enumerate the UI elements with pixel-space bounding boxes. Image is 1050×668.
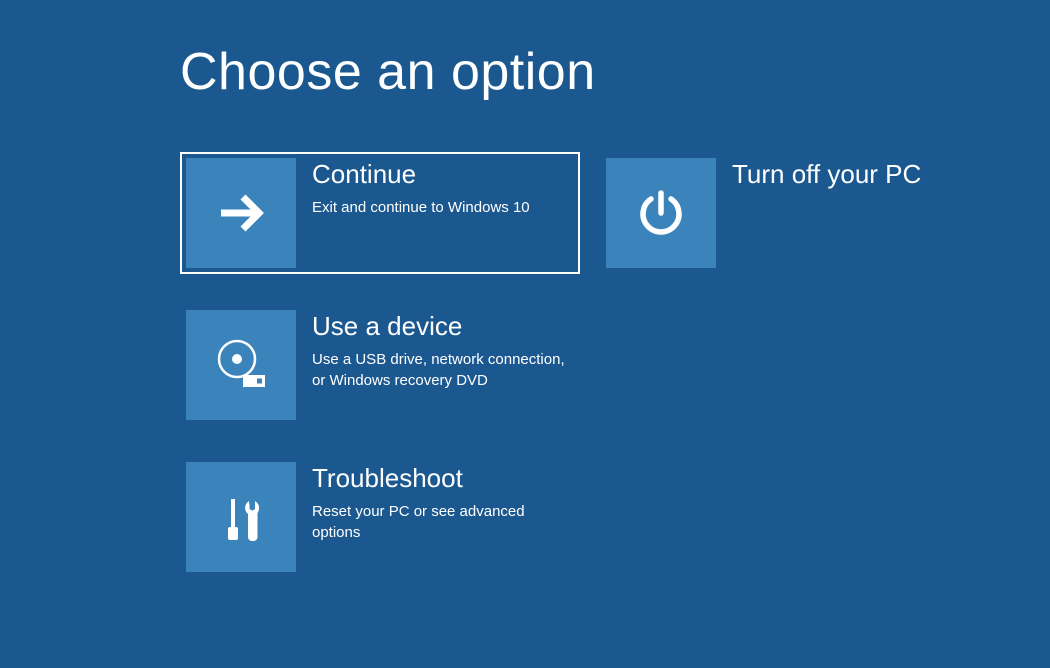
- options-screen: Choose an option Continue Exit and conti…: [0, 0, 1050, 578]
- turnoff-text: Turn off your PC: [716, 158, 921, 197]
- turnoff-title: Turn off your PC: [732, 160, 921, 189]
- troubleshoot-description: Reset your PC or see advanced options: [312, 501, 572, 543]
- usedevice-title: Use a device: [312, 312, 572, 341]
- continue-description: Exit and continue to Windows 10: [312, 197, 530, 218]
- troubleshoot-option[interactable]: Troubleshoot Reset your PC or see advanc…: [180, 456, 580, 578]
- continue-option[interactable]: Continue Exit and continue to Windows 10: [180, 152, 580, 274]
- troubleshoot-text: Troubleshoot Reset your PC or see advanc…: [296, 462, 572, 543]
- usedevice-description: Use a USB drive, network connection, or …: [312, 349, 572, 391]
- troubleshoot-title: Troubleshoot: [312, 464, 572, 493]
- usedevice-option[interactable]: Use a device Use a USB drive, network co…: [180, 304, 580, 426]
- turnoff-option[interactable]: Turn off your PC: [600, 152, 1000, 274]
- device-icon: [186, 310, 296, 420]
- options-grid: Continue Exit and continue to Windows 10…: [180, 152, 1050, 578]
- power-icon: [606, 158, 716, 268]
- arrow-right-icon: [186, 158, 296, 268]
- continue-title: Continue: [312, 160, 530, 189]
- tools-icon: [186, 462, 296, 572]
- continue-text: Continue Exit and continue to Windows 10: [296, 158, 530, 218]
- grid-spacer: [600, 304, 1020, 426]
- page-title: Choose an option: [180, 42, 1050, 102]
- usedevice-text: Use a device Use a USB drive, network co…: [296, 310, 572, 391]
